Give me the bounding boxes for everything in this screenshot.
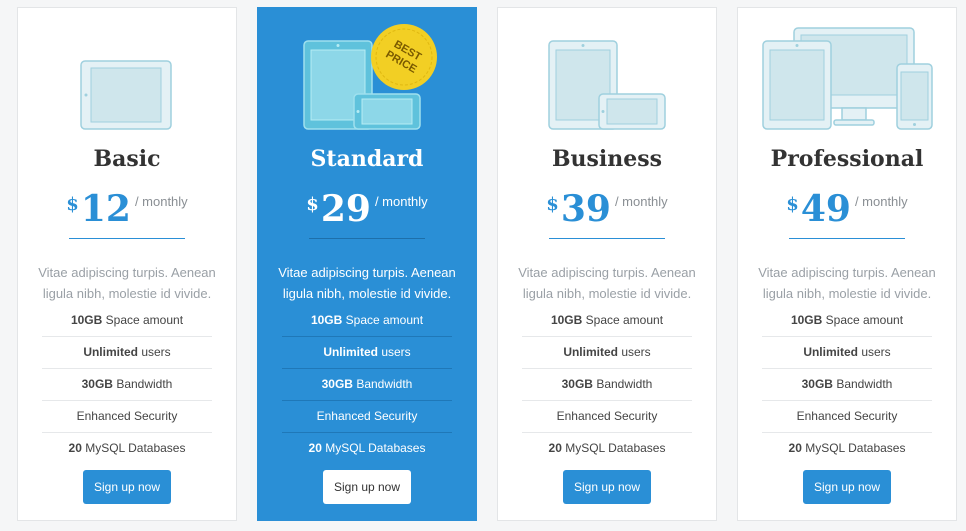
price-amount: 39 — [560, 188, 611, 230]
price-amount: 49 — [800, 188, 851, 230]
feature-item: Unlimited users — [762, 337, 932, 369]
feature-list: 10GB Space amount Unlimited users 30GB B… — [42, 305, 212, 464]
divider — [549, 238, 665, 239]
feature-list: 10GB Space amount Unlimited users 30GB B… — [762, 305, 932, 464]
plan-description: Vitae adipiscing turpis. Aenean ligula n… — [278, 265, 456, 301]
divider — [69, 238, 185, 239]
plan-title: Professional — [770, 146, 924, 172]
feature-item: Unlimited users — [42, 337, 212, 369]
feature-item: 20 MySQL Databases — [308, 441, 426, 455]
feature-item: 30GB Bandwidth — [522, 369, 692, 401]
plan-title: Standard — [310, 146, 424, 172]
price-period: / monthly — [854, 194, 908, 209]
pricing-card-professional: Professional $49/ monthly Vitae adipisci… — [737, 7, 957, 521]
price: $39/ monthly — [498, 188, 716, 230]
tablet-and-phone-icon: BEST PRICE — [258, 8, 476, 133]
currency-symbol: $ — [546, 194, 559, 215]
price-amount: 29 — [320, 188, 371, 230]
sign-up-button[interactable]: Sign up now — [323, 470, 411, 504]
pricing-card-standard: BEST PRICE Standard $29/ monthly Vitae a… — [257, 7, 477, 521]
feature-item: 20 MySQL Databases — [788, 441, 906, 455]
divider — [789, 238, 905, 239]
price-period: / monthly — [374, 194, 428, 209]
feature-item: Enhanced Security — [282, 401, 452, 433]
feature-item: Enhanced Security — [522, 401, 692, 433]
all-devices-icon — [738, 8, 956, 133]
plan-title: Basic — [93, 146, 161, 172]
pricing-card-business: Business $39/ monthly Vitae adipiscing t… — [497, 7, 717, 521]
feature-item: Enhanced Security — [762, 401, 932, 433]
feature-item: 10GB Space amount — [282, 305, 452, 337]
feature-item: 30GB Bandwidth — [42, 369, 212, 401]
feature-item: Enhanced Security — [42, 401, 212, 433]
feature-item: Unlimited users — [282, 337, 452, 369]
plan-title: Business — [551, 146, 663, 172]
price: $49/ monthly — [738, 188, 956, 230]
price-period: / monthly — [614, 194, 668, 209]
feature-item: 30GB Bandwidth — [282, 369, 452, 401]
tablet-icon — [18, 8, 236, 133]
feature-item: 20 MySQL Databases — [68, 441, 186, 455]
feature-item: 20 MySQL Databases — [548, 441, 666, 455]
sign-up-button[interactable]: Sign up now — [563, 470, 651, 504]
sign-up-button[interactable]: Sign up now — [83, 470, 171, 504]
plan-description: Vitae adipiscing turpis. Aenean ligula n… — [38, 265, 216, 301]
pricing-card-basic: Basic $12/ monthly Vitae adipiscing turp… — [17, 7, 237, 521]
feature-item: 10GB Space amount — [42, 305, 212, 337]
feature-item: 10GB Space amount — [522, 305, 692, 337]
price: $29/ monthly — [258, 188, 476, 230]
divider — [309, 238, 425, 239]
feature-list: 10GB Space amount Unlimited users 30GB B… — [522, 305, 692, 464]
price-period: / monthly — [134, 194, 188, 209]
feature-item: 30GB Bandwidth — [762, 369, 932, 401]
plan-description: Vitae adipiscing turpis. Aenean ligula n… — [518, 265, 696, 301]
currency-symbol: $ — [306, 194, 319, 215]
plan-description: Vitae adipiscing turpis. Aenean ligula n… — [758, 265, 936, 301]
sign-up-button[interactable]: Sign up now — [803, 470, 891, 504]
price-amount: 12 — [80, 188, 131, 230]
feature-item: 10GB Space amount — [762, 305, 932, 337]
currency-symbol: $ — [786, 194, 799, 215]
tablet-and-phone-icon — [498, 8, 716, 133]
currency-symbol: $ — [66, 194, 79, 215]
feature-item: Unlimited users — [522, 337, 692, 369]
feature-list: 10GB Space amount Unlimited users 30GB B… — [282, 305, 452, 464]
price: $12/ monthly — [18, 188, 236, 230]
